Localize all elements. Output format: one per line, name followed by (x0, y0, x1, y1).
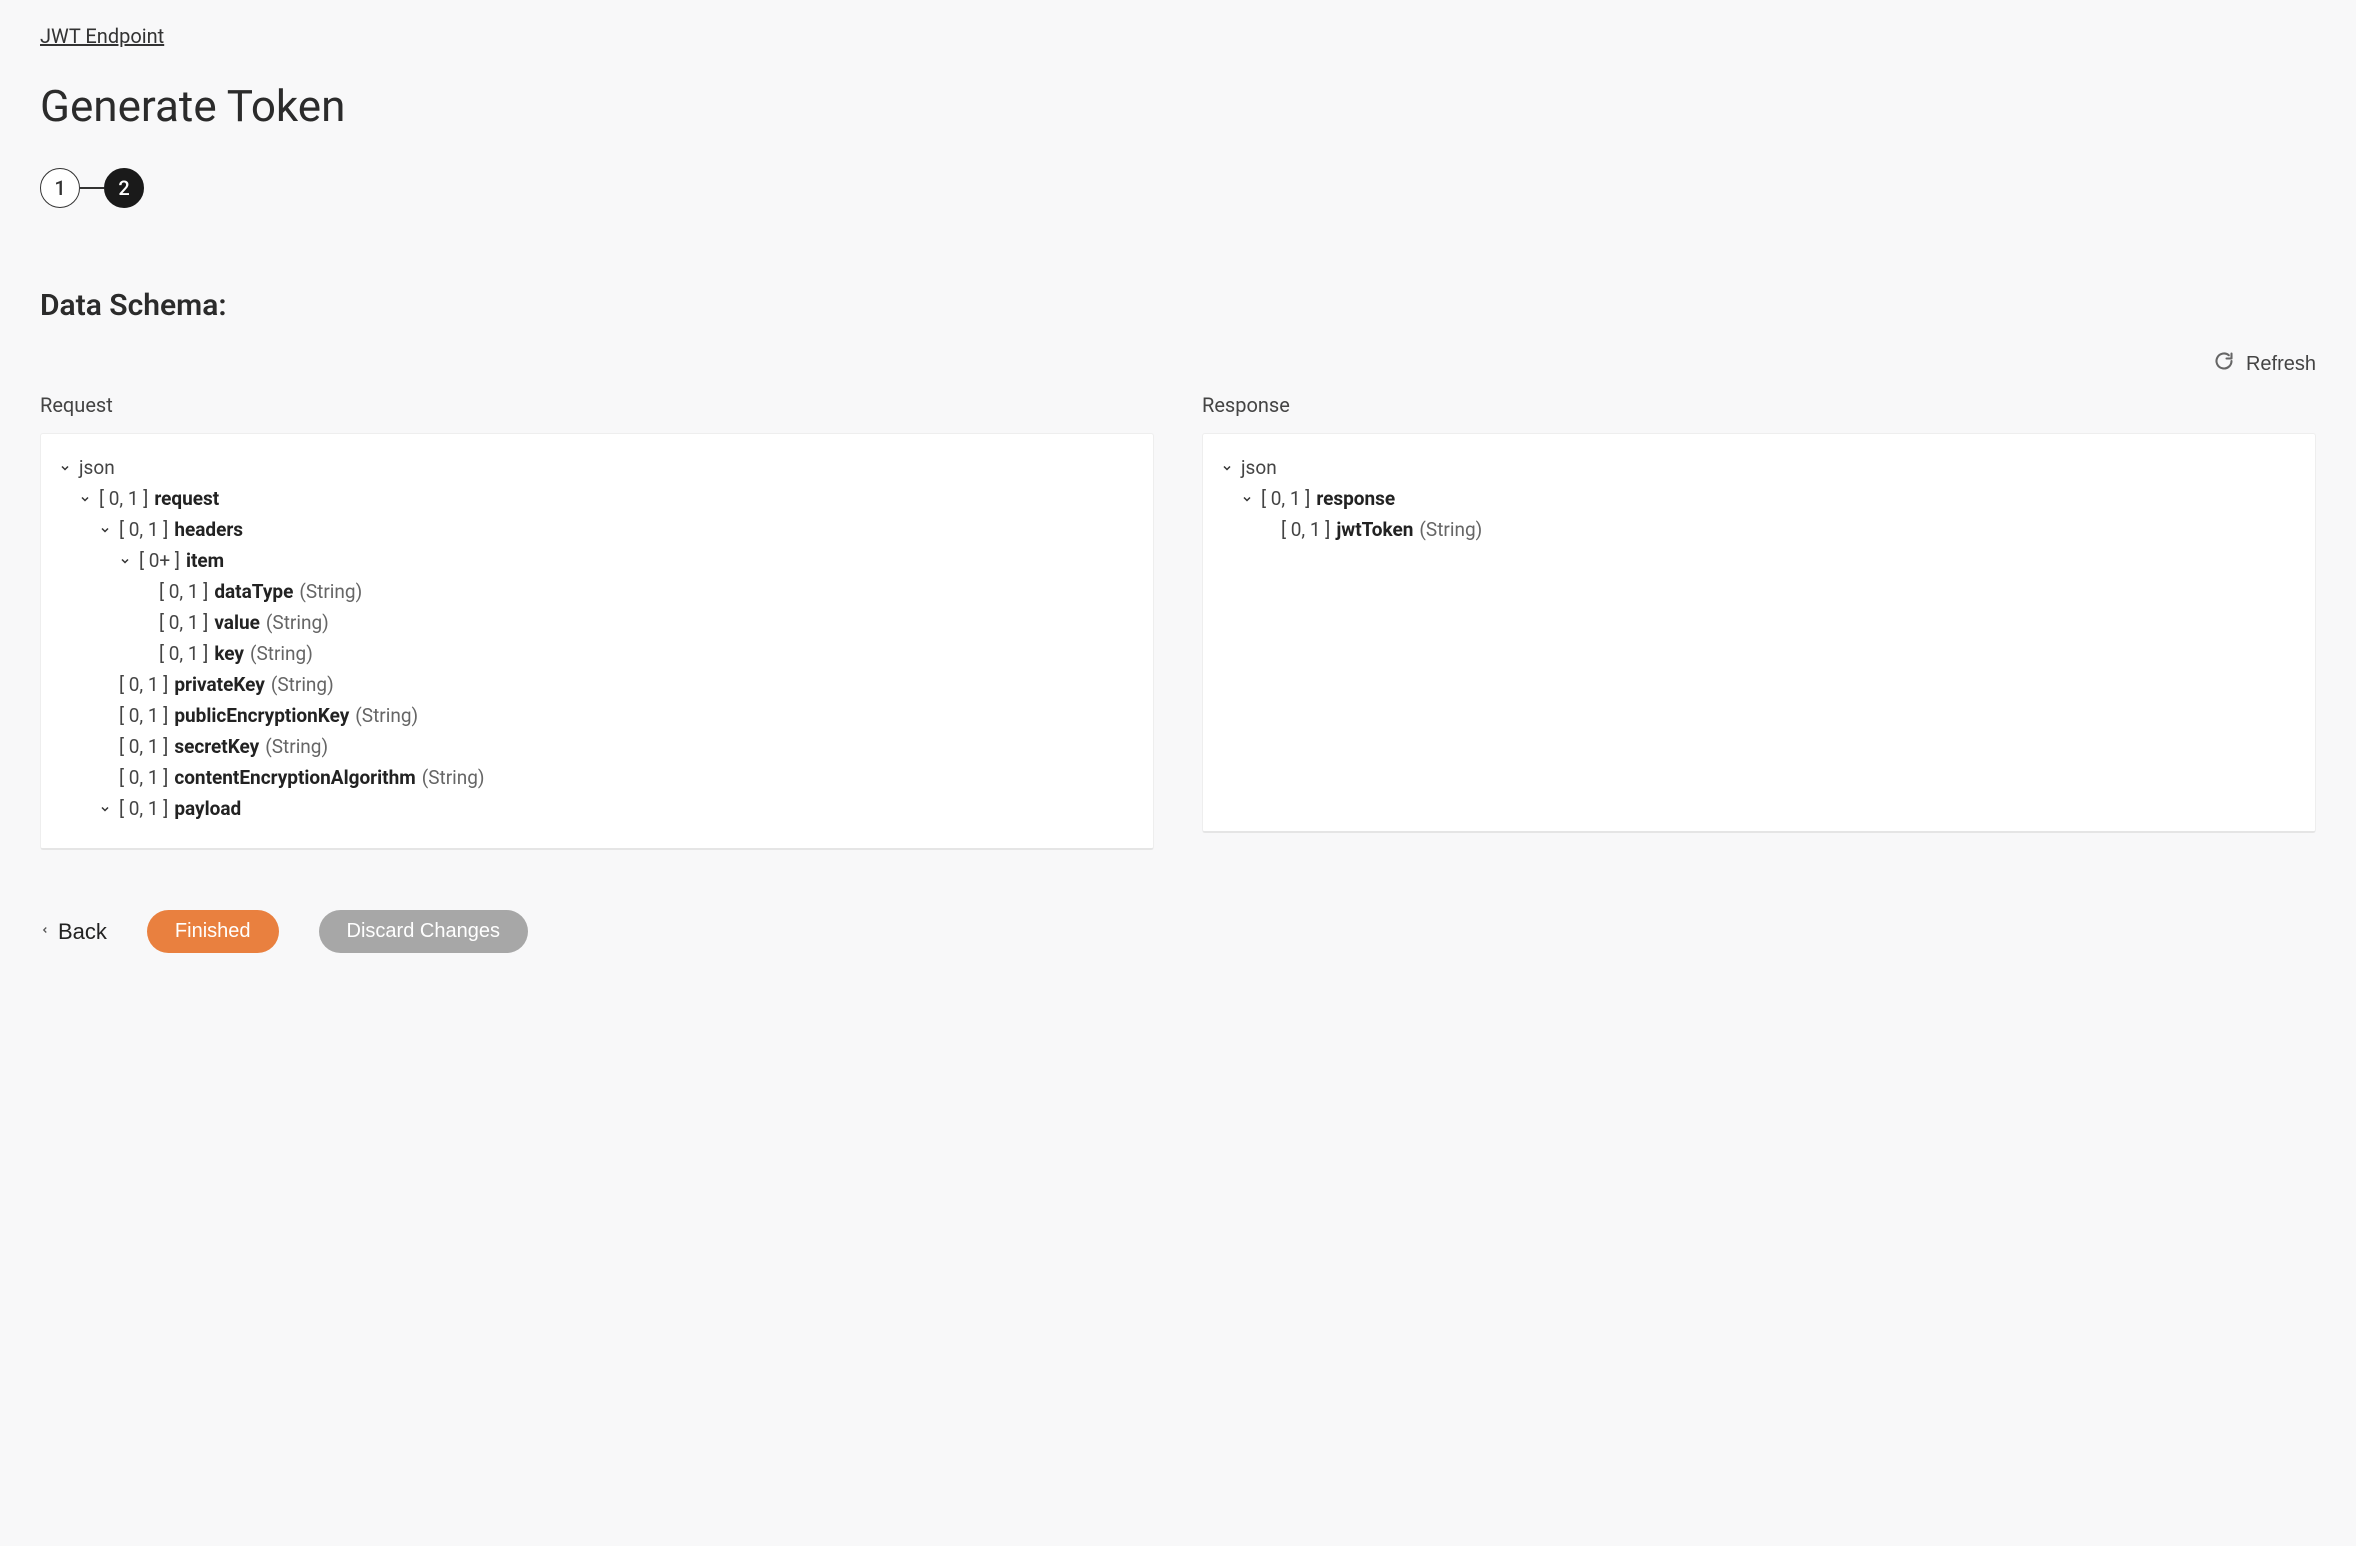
tree-node-cardinality: [ 0, 1 ] (119, 766, 168, 789)
response-panel: json [ 0, 1 ] response [ 0, 1 ] jwtToken… (1202, 433, 2316, 833)
tree-node-request[interactable]: [ 0, 1 ] request (57, 483, 1137, 514)
tree-node-cardinality: [ 0+ ] (139, 549, 180, 572)
tree-node-cardinality: [ 0, 1 ] (119, 518, 168, 541)
tree-node-cardinality: [ 0, 1 ] (119, 797, 168, 820)
tree-node-label: response (1316, 487, 1395, 510)
finished-button[interactable]: Finished (147, 910, 279, 953)
tree-node-label: headers (174, 518, 243, 541)
tree-node-cardinality: [ 0, 1 ] (159, 580, 208, 603)
breadcrumb-link[interactable]: JWT Endpoint (40, 24, 164, 48)
tree-node-datatype[interactable]: [ 0, 1 ] dataType (String) (57, 576, 1137, 607)
tree-node-type: (String) (250, 642, 313, 665)
tree-node-key[interactable]: [ 0, 1 ] key (String) (57, 638, 1137, 669)
tree-node-label: privateKey (174, 673, 265, 696)
chevron-down-icon (77, 493, 93, 505)
tree-node-type: (String) (1419, 518, 1482, 541)
tree-node-label: value (214, 611, 260, 634)
tree-node-type: (String) (422, 766, 485, 789)
tree-node-type: (String) (299, 580, 362, 603)
response-column-title: Response (1202, 393, 2316, 417)
footer-actions: Back Finished Discard Changes (40, 910, 2316, 953)
tree-node-privatekey[interactable]: [ 0, 1 ] privateKey (String) (57, 669, 1137, 700)
request-column-title: Request (40, 393, 1154, 417)
refresh-label: Refresh (2246, 353, 2316, 376)
tree-node-label: dataType (214, 580, 293, 603)
chevron-down-icon (117, 555, 133, 567)
stepper: 1 2 (40, 168, 2316, 208)
chevron-down-icon (97, 803, 113, 815)
tree-node-label: publicEncryptionKey (174, 704, 349, 727)
step-1[interactable]: 1 (40, 168, 80, 208)
tree-node-response[interactable]: [ 0, 1 ] response (1219, 483, 2299, 514)
chevron-down-icon (97, 524, 113, 536)
response-column: Response json [ 0, 1 ] response (1202, 393, 2316, 850)
tree-node-cardinality: [ 0, 1 ] (119, 735, 168, 758)
tree-node-contentencryptionalgorithm[interactable]: [ 0, 1 ] contentEncryptionAlgorithm (Str… (57, 762, 1137, 793)
tree-node-value[interactable]: [ 0, 1 ] value (String) (57, 607, 1137, 638)
tree-node-type: (String) (266, 611, 329, 634)
tree-node-json[interactable]: json (57, 452, 1137, 483)
tree-node-cardinality: [ 0, 1 ] (1281, 518, 1330, 541)
chevron-down-icon (57, 462, 73, 474)
request-column: Request json [ 0, 1 ] request (40, 393, 1154, 850)
tree-node-type: (String) (355, 704, 418, 727)
tree-node-item[interactable]: [ 0+ ] item (57, 545, 1137, 576)
refresh-icon (2214, 351, 2234, 377)
tree-node-cardinality: [ 0, 1 ] (1261, 487, 1310, 510)
tree-node-label: json (1241, 456, 1277, 479)
tree-node-type: (String) (265, 735, 328, 758)
step-connector (80, 187, 104, 189)
tree-node-headers[interactable]: [ 0, 1 ] headers (57, 514, 1137, 545)
tree-node-label: item (186, 549, 224, 572)
tree-node-cardinality: [ 0, 1 ] (119, 704, 168, 727)
tree-node-label: contentEncryptionAlgorithm (174, 766, 415, 789)
tree-node-type: (String) (271, 673, 334, 696)
tree-node-jwttoken[interactable]: [ 0, 1 ] jwtToken (String) (1219, 514, 2299, 545)
request-panel: json [ 0, 1 ] request [ 0, 1 ] headers (40, 433, 1154, 850)
refresh-button[interactable]: Refresh (2214, 351, 2316, 377)
tree-node-label: json (79, 456, 115, 479)
tree-node-label: secretKey (174, 735, 259, 758)
tree-node-cardinality: [ 0, 1 ] (99, 487, 148, 510)
chevron-down-icon (1239, 493, 1255, 505)
tree-node-cardinality: [ 0, 1 ] (119, 673, 168, 696)
tree-node-label: key (214, 642, 244, 665)
chevron-down-icon (1219, 462, 1235, 474)
tree-node-publicencryptionkey[interactable]: [ 0, 1 ] publicEncryptionKey (String) (57, 700, 1137, 731)
tree-node-label: payload (174, 797, 241, 820)
tree-node-label: jwtToken (1336, 518, 1413, 541)
step-2[interactable]: 2 (104, 168, 144, 208)
section-title: Data Schema: (40, 288, 2316, 323)
tree-node-cardinality: [ 0, 1 ] (159, 642, 208, 665)
discard-changes-button[interactable]: Discard Changes (319, 910, 528, 953)
chevron-left-icon (40, 921, 50, 942)
page-title: Generate Token (40, 80, 2316, 132)
tree-node-secretkey[interactable]: [ 0, 1 ] secretKey (String) (57, 731, 1137, 762)
tree-node-json[interactable]: json (1219, 452, 2299, 483)
back-button[interactable]: Back (40, 919, 107, 945)
tree-node-cardinality: [ 0, 1 ] (159, 611, 208, 634)
tree-node-label: request (154, 487, 219, 510)
tree-node-payload[interactable]: [ 0, 1 ] payload (57, 793, 1137, 824)
back-label: Back (58, 919, 107, 945)
